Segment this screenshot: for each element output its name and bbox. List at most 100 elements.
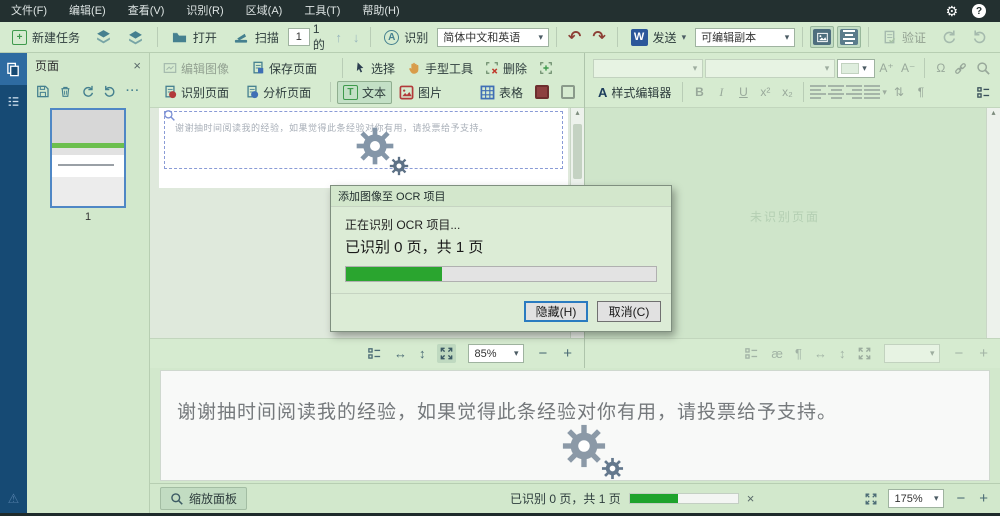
language-select[interactable]: 简体中文和英语 ▾ bbox=[437, 27, 550, 47]
settings-gear-icon[interactable]: ⚙ bbox=[945, 3, 958, 20]
align-center-button[interactable] bbox=[828, 85, 845, 99]
add-region-button[interactable] bbox=[534, 59, 558, 77]
font-smaller-button[interactable]: A⁻ bbox=[898, 61, 918, 75]
dialog-title-bar[interactable]: 添加图像至 OCR 项目 bbox=[331, 186, 671, 207]
font-color-select[interactable]: ▾ bbox=[837, 58, 875, 78]
fit-height-icon[interactable]: ↕ bbox=[839, 346, 846, 361]
font-size-select[interactable]: ▾ bbox=[705, 58, 836, 78]
paragraph-settings-button[interactable]: ¶ bbox=[911, 85, 931, 99]
rotate-left-button[interactable] bbox=[935, 26, 963, 48]
search-button[interactable] bbox=[976, 61, 996, 76]
sidebar-item-list[interactable] bbox=[0, 85, 27, 117]
zoom-out-button[interactable]: − bbox=[954, 490, 967, 507]
main-zoom-select[interactable]: 175% ▾ bbox=[888, 489, 945, 508]
scan-button[interactable]: 扫描 bbox=[226, 26, 285, 49]
fit-width-icon[interactable]: ↔ bbox=[394, 346, 407, 361]
close-icon[interactable]: × bbox=[747, 491, 755, 506]
recognize-button[interactable]: A 识别 bbox=[378, 26, 434, 49]
fit-page-button[interactable] bbox=[437, 344, 457, 363]
fit-page-icon[interactable] bbox=[864, 492, 878, 506]
select-tool-button[interactable]: 选择 bbox=[349, 58, 400, 79]
font-family-select[interactable]: ▾ bbox=[593, 58, 704, 78]
menu-tools[interactable]: 工具(T) bbox=[293, 0, 351, 22]
hide-button[interactable]: 隐藏(H) bbox=[524, 301, 588, 322]
open-button[interactable]: 打开 bbox=[165, 26, 223, 49]
zoom-out-button[interactable]: − bbox=[536, 345, 549, 362]
empty-region-button[interactable] bbox=[556, 83, 580, 101]
recognize-page-button[interactable]: 识别页面 bbox=[158, 82, 238, 103]
text-zoom-select[interactable]: ▾ bbox=[884, 344, 941, 363]
menu-recognize[interactable]: 识别(R) bbox=[175, 0, 234, 22]
hand-tool-button[interactable]: 手型工具 bbox=[402, 58, 478, 79]
image-zoom-select[interactable]: 85% ▾ bbox=[468, 344, 525, 363]
table-region-button[interactable]: 表格 bbox=[475, 82, 528, 103]
more-icon[interactable]: ··· bbox=[126, 85, 140, 97]
outline-button[interactable] bbox=[976, 85, 996, 100]
align-dropdown-icon[interactable]: ▾ bbox=[882, 87, 887, 98]
new-task-button[interactable]: + 新建任务 bbox=[6, 26, 86, 49]
save-icon[interactable] bbox=[36, 84, 50, 99]
close-icon[interactable]: × bbox=[133, 58, 141, 73]
scroll-up-icon[interactable]: ▴ bbox=[991, 108, 995, 117]
page-number-input[interactable]: 1 bbox=[287, 28, 310, 46]
style-editor-button[interactable]: A 样式编辑器 bbox=[593, 82, 676, 103]
delete-region-button[interactable]: 删除 bbox=[480, 58, 532, 79]
warning-icon[interactable]: ⚠ bbox=[0, 491, 27, 507]
view-settings-icon[interactable] bbox=[744, 346, 759, 361]
text-view-toggle[interactable] bbox=[837, 26, 862, 48]
zoom-in-button[interactable]: + bbox=[977, 490, 990, 507]
menu-edit[interactable]: 编辑(E) bbox=[58, 0, 117, 22]
align-justify-button[interactable] bbox=[864, 85, 881, 99]
text-region-button[interactable]: T 文本 bbox=[336, 80, 392, 104]
rotate-ccw-icon[interactable] bbox=[81, 84, 95, 99]
menu-view[interactable]: 查看(V) bbox=[117, 0, 176, 22]
link-button[interactable] bbox=[953, 61, 973, 76]
bold-button[interactable]: B bbox=[689, 85, 709, 99]
undo-icon[interactable]: ↶ bbox=[564, 27, 585, 47]
delete-page-icon[interactable] bbox=[59, 84, 72, 99]
italic-button[interactable]: I bbox=[711, 85, 731, 100]
edit-image-button[interactable]: 编辑图像 bbox=[158, 58, 244, 79]
rotate-cw-icon[interactable] bbox=[103, 84, 117, 99]
scroll-up-icon[interactable]: ▴ bbox=[575, 108, 579, 117]
align-left-button[interactable] bbox=[810, 85, 827, 99]
cancel-button[interactable]: 取消(C) bbox=[597, 301, 661, 322]
verify-button[interactable]: 验证 bbox=[876, 26, 932, 49]
picture-region-button[interactable]: 图片 bbox=[394, 82, 447, 103]
prev-page-arrow-icon[interactable]: ↑ bbox=[331, 30, 346, 45]
special-chars-icon[interactable]: æ bbox=[771, 346, 783, 361]
next-page-arrow-icon[interactable]: ↓ bbox=[349, 30, 364, 45]
format-select[interactable]: 可编辑副本 ▾ bbox=[695, 27, 796, 47]
zoom-in-button[interactable]: + bbox=[977, 345, 990, 362]
background-region-button[interactable] bbox=[530, 83, 554, 101]
font-bigger-button[interactable]: A⁺ bbox=[877, 61, 897, 75]
subscript-button[interactable]: x₂ bbox=[777, 85, 797, 99]
underline-button[interactable]: U bbox=[733, 85, 753, 99]
symbol-omega-button[interactable]: Ω bbox=[931, 61, 951, 75]
fit-width-icon[interactable]: ↔ bbox=[814, 346, 827, 361]
fit-page-button[interactable] bbox=[857, 346, 872, 361]
save-page-button[interactable]: 保存页面 bbox=[246, 58, 336, 79]
add-pages-button[interactable] bbox=[89, 26, 118, 49]
image-view-toggle[interactable] bbox=[810, 26, 835, 48]
zoom-out-button[interactable]: − bbox=[952, 345, 965, 362]
analyze-page-button[interactable]: 分析页面 bbox=[240, 82, 324, 103]
rotate-right-button[interactable] bbox=[966, 26, 994, 48]
formatting-marks-icon[interactable]: ¶ bbox=[795, 346, 802, 361]
view-settings-icon[interactable] bbox=[367, 346, 382, 361]
text-view-scrollbar[interactable]: ▴ bbox=[986, 108, 1000, 338]
menu-help[interactable]: 帮助(H) bbox=[351, 0, 410, 22]
line-spacing-button[interactable]: ⇅ bbox=[889, 85, 909, 99]
zoom-in-button[interactable]: + bbox=[561, 345, 574, 362]
page-thumbnail[interactable] bbox=[50, 108, 126, 208]
redo-icon[interactable]: ↷ bbox=[588, 27, 609, 47]
menu-area[interactable]: 区域(A) bbox=[235, 0, 294, 22]
scrollbar-thumb[interactable] bbox=[573, 124, 582, 179]
fit-height-icon[interactable]: ↕ bbox=[419, 346, 426, 361]
layers-button[interactable] bbox=[121, 26, 150, 49]
selection-region[interactable]: 谢谢抽时间阅读我的经验，如果觉得此条经验对你有用，请投票给予支持。 bbox=[164, 111, 563, 169]
align-right-button[interactable] bbox=[846, 85, 863, 99]
send-button[interactable]: W 发送 ▾ bbox=[625, 26, 693, 49]
help-icon[interactable]: ? bbox=[972, 4, 986, 18]
zoom-panel-toggle-button[interactable]: 缩放面板 bbox=[160, 487, 248, 510]
